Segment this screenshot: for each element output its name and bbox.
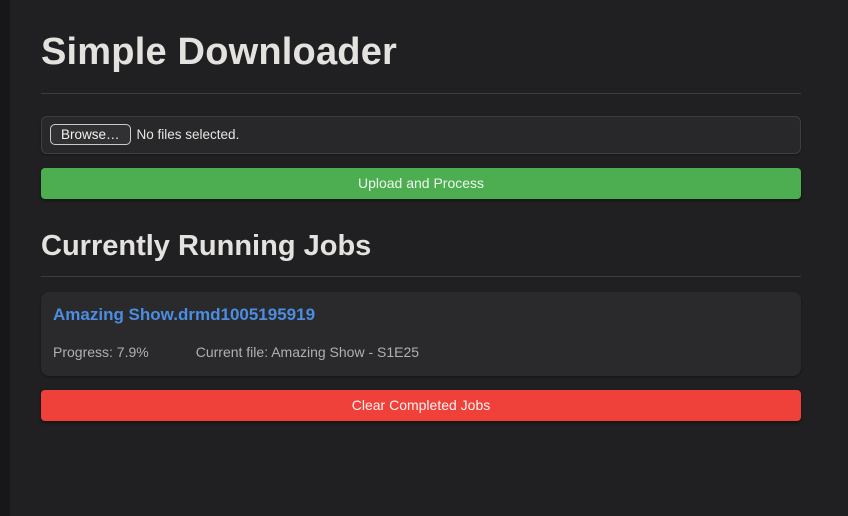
divider-top [41, 93, 801, 94]
job-current-file: Current file: Amazing Show - S1E25 [196, 344, 419, 361]
window-edge-strip [0, 0, 10, 516]
job-card: Amazing Show.drmd1005195919 Progress: 7.… [41, 292, 801, 375]
job-meta-row: Progress: 7.9% Current file: Amazing Sho… [53, 344, 789, 361]
divider-jobs [41, 276, 801, 277]
file-status-text: No files selected. [137, 127, 240, 142]
jobs-heading: Currently Running Jobs [41, 229, 801, 264]
clear-completed-button[interactable]: Clear Completed Jobs [41, 390, 801, 421]
browse-button[interactable]: Browse… [50, 124, 131, 145]
page-title: Simple Downloader [41, 30, 801, 76]
job-progress: Progress: 7.9% [53, 344, 149, 361]
job-title-link[interactable]: Amazing Show.drmd1005195919 [53, 305, 789, 325]
file-input[interactable]: Browse… No files selected. [41, 116, 801, 154]
main-content: Simple Downloader Browse… No files selec… [41, 0, 801, 421]
upload-process-button[interactable]: Upload and Process [41, 168, 801, 199]
